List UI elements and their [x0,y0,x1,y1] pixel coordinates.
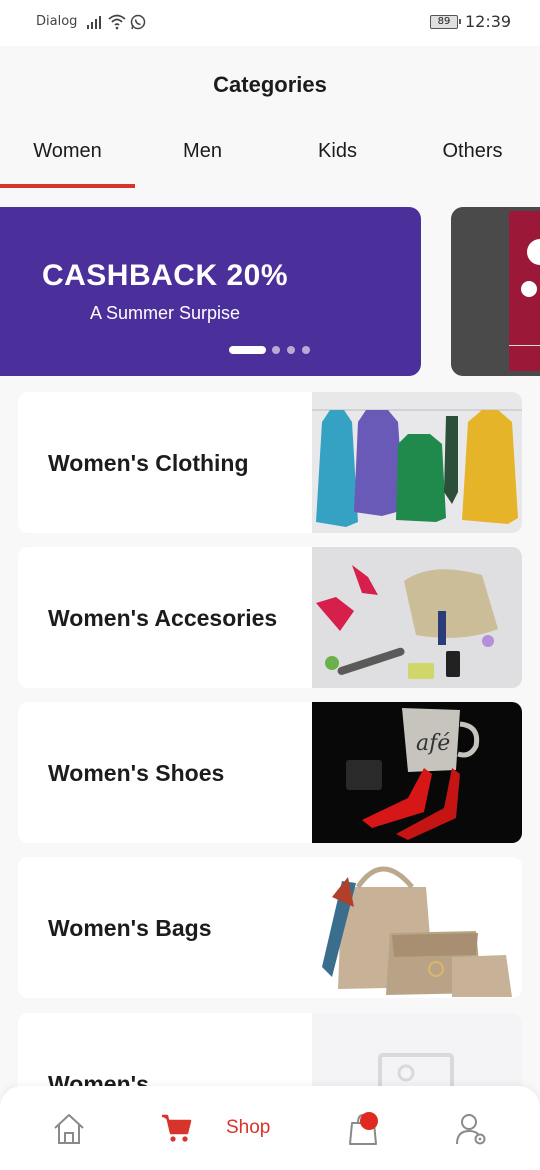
battery-icon: 89 [430,15,461,29]
cart-badge [360,1112,378,1130]
category-card-clothing[interactable]: Women's Clothing [18,392,522,533]
tab-others[interactable]: Others [405,130,540,188]
accessories-image [312,547,522,688]
cart-icon[interactable] [160,1112,192,1144]
carousel-dot[interactable] [272,346,280,354]
active-tab-indicator [0,184,135,188]
clothing-image [312,392,522,533]
category-card-accessories[interactable]: Women's Accesories [18,547,522,688]
banner-subtitle: A Summer Surpise [89,303,241,323]
carousel-dot[interactable] [229,346,266,354]
signal-icon [87,16,101,29]
tab-men[interactable]: Men [135,130,270,188]
wifi-icon [108,14,126,30]
status-bar: Dialog 89 12:39 [0,0,540,46]
shop-nav-label[interactable]: Shop [226,1117,270,1139]
shoes-image: afé [312,702,522,843]
banner-decoration [509,345,540,346]
category-tabs: Women Men Kids Others [0,130,540,190]
banner-headline: CASHBACK 20% [41,259,289,292]
bottom-navigation: Shop [0,1086,540,1170]
tab-kids[interactable]: Kids [270,130,405,188]
tab-women[interactable]: Women [0,130,135,188]
carrier-name: Dialog [36,14,78,29]
whatsapp-icon [130,14,146,30]
category-label: Women's Accesories [48,604,278,631]
category-label: Women's Shoes [48,759,225,786]
carousel-dot[interactable] [302,346,310,354]
carousel-dot[interactable] [287,346,295,354]
svg-text:afé: afé [416,731,450,756]
clock: 12:39 [465,12,512,31]
category-label: Women's Clothing [48,449,249,476]
page-title: Categories [213,72,327,97]
category-card-bags[interactable]: Women's Bags [18,857,522,998]
banner-decoration [521,281,537,297]
profile-settings-icon[interactable] [455,1112,487,1146]
category-card-shoes[interactable]: Women's Shoes afé [18,702,522,843]
next-promo-banner[interactable] [451,207,540,376]
bags-image [312,857,522,998]
home-icon[interactable] [52,1112,86,1146]
category-label: Women's Bags [48,914,212,941]
promo-banner[interactable]: CASHBACK 20% A Summer Surpise [0,207,421,376]
